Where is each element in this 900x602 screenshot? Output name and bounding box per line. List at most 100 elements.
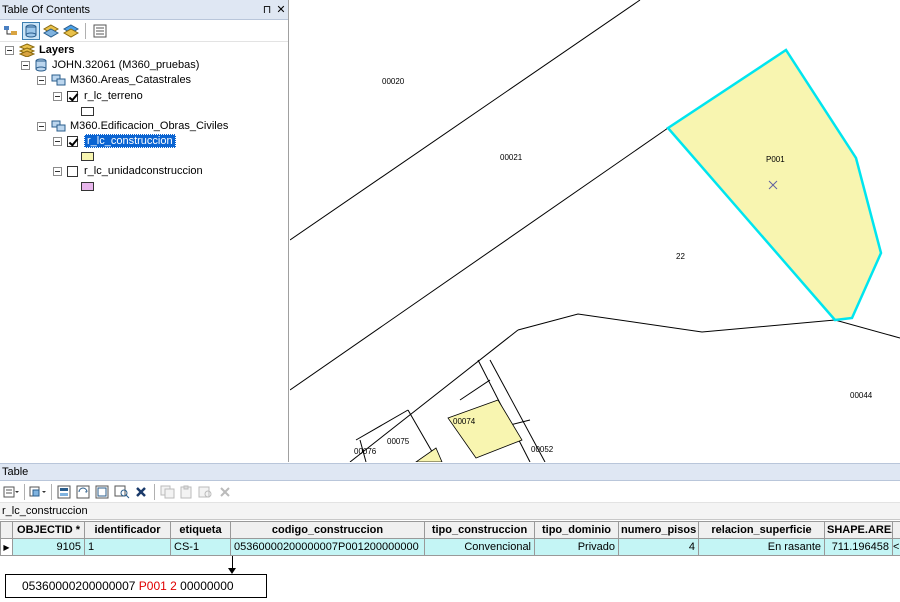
- tree-row-terreno[interactable]: r_lc_terreno: [53, 88, 143, 104]
- collapse-toggle[interactable]: [37, 75, 46, 85]
- options-icon[interactable]: [91, 22, 109, 40]
- map-label-00021: 00021: [500, 153, 523, 162]
- parcel-boundary: [290, 127, 669, 391]
- column-header[interactable]: identificador: [84, 521, 171, 539]
- toolbar-separator: [51, 483, 52, 500]
- map-label-00076: 00076: [354, 447, 377, 456]
- feature-dataset-icon: [51, 74, 66, 86]
- parcel-boundary: [355, 409, 409, 441]
- cell-overflow: <: [892, 538, 900, 556]
- table-row[interactable]: ▶ 9105 1 CS-1 05360000200000007P00120000…: [0, 538, 900, 556]
- column-header[interactable]: OBJECTID *: [12, 521, 85, 539]
- list-by-visibility-icon[interactable]: [42, 22, 60, 40]
- pin-icon[interactable]: ⊓: [260, 3, 274, 16]
- cell-tipo-dominio[interactable]: Privado: [534, 538, 619, 556]
- toolbar-separator: [24, 483, 25, 500]
- column-header[interactable]: SHAPE.AREA: [824, 521, 893, 539]
- collapse-toggle[interactable]: [53, 136, 62, 146]
- table-title: Table: [2, 466, 29, 478]
- code-part-suffix: 00000000: [176, 579, 234, 593]
- collapse-toggle[interactable]: [53, 166, 62, 176]
- column-header[interactable]: relacion_superficie: [698, 521, 825, 539]
- terreno-symbol-swatch[interactable]: [81, 107, 94, 116]
- table-header-row: OBJECTID * identificador etiqueta codigo…: [0, 521, 900, 539]
- cell-shape-area[interactable]: 711.196458: [824, 538, 893, 556]
- column-header[interactable]: numero_pisos: [618, 521, 699, 539]
- group-areas-label: M360.Areas_Catastrales: [70, 74, 192, 86]
- column-header[interactable]: codigo_construccion: [230, 521, 425, 539]
- tree-row-construccion[interactable]: r_lc_construccion: [53, 133, 176, 149]
- row-selector-arrow-icon[interactable]: ▶: [0, 538, 13, 556]
- paste-icon: [178, 483, 196, 501]
- close-table-icon: [216, 483, 234, 501]
- cell-tipo-construccion[interactable]: Convencional: [424, 538, 535, 556]
- delete-selected-icon[interactable]: [132, 483, 150, 501]
- attribute-table-panel: Table r_lc_construccion OBJECTID * ident…: [0, 463, 900, 557]
- table-layer-tab[interactable]: r_lc_construccion: [0, 503, 900, 520]
- table-title-bar: Table: [0, 463, 900, 481]
- layer-terreno-label[interactable]: r_lc_terreno: [84, 90, 143, 102]
- cell-codigo-construccion[interactable]: 05360000200000007P001200000000: [230, 538, 425, 556]
- toolbar-separator: [154, 483, 155, 500]
- table-of-contents-panel: Table Of Contents ⊓ ✕ Layers JOHN.32061 …: [0, 0, 289, 462]
- group-edificacion-label: M360.Edificacion_Obras_Civiles: [70, 120, 229, 132]
- layer-unidad-label[interactable]: r_lc_unidadconstruccion: [84, 165, 203, 177]
- map-label-00075: 00075: [387, 437, 410, 446]
- collapse-toggle[interactable]: [5, 45, 14, 55]
- cell-objectid[interactable]: 9105: [12, 538, 85, 556]
- table-layer-tab-label[interactable]: r_lc_construccion: [2, 505, 88, 517]
- column-header[interactable]: etiqueta: [170, 521, 231, 539]
- map-label-00074: 00074: [453, 417, 476, 426]
- list-by-selection-icon[interactable]: [62, 22, 80, 40]
- cell-relacion-superficie[interactable]: En rasante: [698, 538, 825, 556]
- tree-row-group-areas[interactable]: M360.Areas_Catastrales: [37, 72, 191, 88]
- tree-row-group-edificacion[interactable]: M360.Edificacion_Obras_Civiles: [37, 118, 228, 134]
- column-header[interactable]: tipo_construccion: [424, 521, 535, 539]
- selected-polygon-p001[interactable]: [666, 48, 883, 322]
- zoom-to-selected-icon[interactable]: [113, 483, 131, 501]
- construction-polygon[interactable]: [415, 447, 443, 462]
- row-selector-header[interactable]: [0, 521, 13, 539]
- table-toolbar: [0, 481, 900, 503]
- layer-visibility-checkbox[interactable]: [67, 135, 78, 147]
- toc-toolbar: [0, 20, 288, 42]
- code-part-prefix: 05360000200000007: [22, 579, 139, 593]
- tree-row-layers[interactable]: Layers: [5, 42, 74, 58]
- column-header-overflow: [892, 521, 900, 539]
- clear-selection-icon[interactable]: [94, 483, 112, 501]
- cell-identificador[interactable]: 1: [84, 538, 171, 556]
- list-by-drawing-order-icon[interactable]: [2, 22, 20, 40]
- column-header[interactable]: tipo_dominio: [534, 521, 619, 539]
- cell-etiqueta[interactable]: CS-1: [170, 538, 231, 556]
- construction-polygon[interactable]: [447, 399, 523, 459]
- tree-row-database[interactable]: JOHN.32061 (M360_pruebas): [21, 57, 199, 73]
- attribute-grid: OBJECTID * identificador etiqueta codigo…: [0, 521, 900, 556]
- layer-visibility-checkbox[interactable]: [67, 90, 78, 102]
- collapse-toggle[interactable]: [53, 91, 62, 101]
- table-options-icon[interactable]: [2, 483, 20, 501]
- parcel-boundary: [290, 0, 641, 241]
- database-label: JOHN.32061 (M360_pruebas): [52, 59, 200, 71]
- map-label-00052: 00052: [531, 445, 554, 454]
- unidad-symbol-swatch[interactable]: [81, 182, 94, 191]
- map-label-p001: P001: [766, 155, 785, 164]
- toolbar-separator: [85, 22, 86, 39]
- tree-row-unidad[interactable]: r_lc_unidadconstruccion: [53, 163, 203, 179]
- database-icon: [35, 58, 47, 72]
- cell-numero-pisos[interactable]: 4: [618, 538, 699, 556]
- close-icon[interactable]: ✕: [274, 3, 288, 16]
- construccion-symbol-swatch[interactable]: [81, 152, 94, 161]
- toc-title-bar: Table Of Contents ⊓ ✕: [0, 0, 288, 20]
- layer-construccion-label[interactable]: r_lc_construccion: [84, 134, 176, 148]
- map-label-22: 22: [676, 252, 685, 261]
- map-view[interactable]: 00020 00021 P001 22 00044 00074 00075 00…: [290, 0, 900, 462]
- list-by-source-icon[interactable]: [22, 21, 40, 40]
- map-canvas[interactable]: 00020 00021 P001 22 00044 00074 00075 00…: [290, 0, 900, 462]
- select-by-attributes-icon[interactable]: [56, 483, 74, 501]
- layer-visibility-checkbox[interactable]: [67, 165, 78, 177]
- collapse-toggle[interactable]: [37, 121, 46, 131]
- related-tables-icon[interactable]: [29, 483, 47, 501]
- feature-dataset-icon: [51, 120, 66, 132]
- switch-selection-icon[interactable]: [75, 483, 93, 501]
- collapse-toggle[interactable]: [21, 60, 30, 70]
